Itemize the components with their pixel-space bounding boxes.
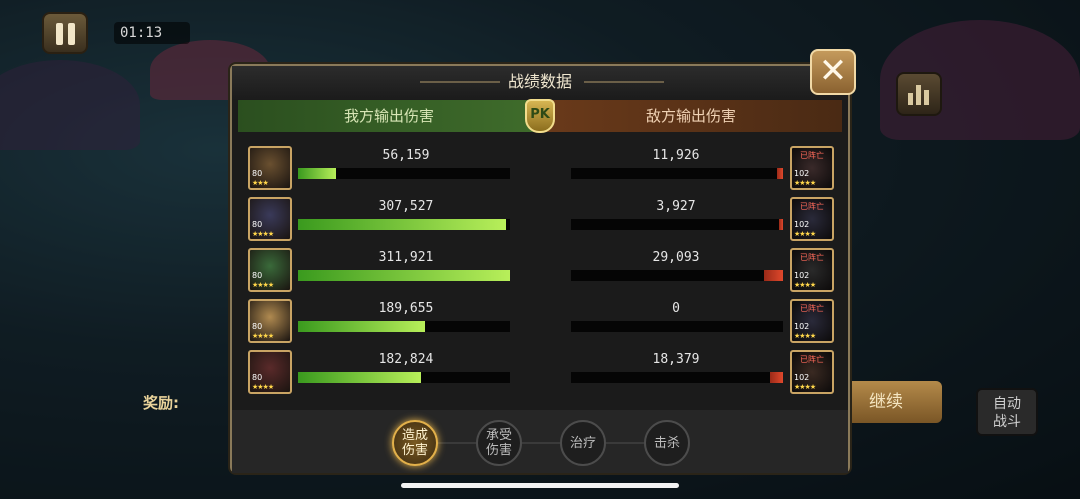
enemy-damage-bar: [571, 321, 783, 332]
enemy-damage-fill: [778, 219, 783, 230]
ally-damage-value: 307,527: [378, 199, 434, 214]
hero-level: 102: [794, 220, 810, 229]
ally-damage-header: 我方输出伤害: [238, 100, 540, 132]
ally-damage-fill: [298, 321, 426, 332]
enemy-damage-value: 29,093: [652, 250, 700, 265]
panel-title: 战绩数据: [232, 66, 848, 100]
ally-damage-fill: [298, 219, 506, 230]
hero-level: 80: [252, 271, 263, 280]
pause-button[interactable]: [42, 12, 88, 54]
reward-label: 奖励:: [143, 394, 179, 412]
hero-stars: ★★★★: [794, 179, 816, 187]
hero-level: 102: [794, 322, 810, 331]
defeated-status: 已阵亡: [800, 304, 824, 313]
ally-damage-fill: [298, 372, 421, 383]
defeated-status: 已阵亡: [800, 202, 824, 211]
enemy-hero-avatar[interactable]: 已阵亡 102 ★★★★: [790, 350, 834, 394]
damage-row: 80 ★★★★ 182,824 18,379 已阵亡 102 ★★★★: [232, 348, 852, 398]
enemy-damage-bar: [571, 168, 783, 179]
ally-damage-bar: [298, 168, 510, 179]
hero-level: 80: [252, 220, 263, 229]
defeated-status: 已阵亡: [800, 355, 824, 364]
auto-battle-button[interactable]: 自动战斗: [976, 388, 1038, 436]
close-button[interactable]: ✕: [810, 49, 856, 95]
damage-row: 80 ★★★ 56,159 11,926 已阵亡 102 ★★★★: [232, 144, 852, 194]
ally-damage-bar: [298, 372, 510, 383]
tab-label: 造成伤害: [401, 428, 428, 458]
panel-title-text: 战绩数据: [507, 72, 572, 91]
tab-label: 击杀: [653, 435, 680, 451]
hero-stars: ★★★★: [252, 281, 274, 289]
hero-stars: ★★★★: [252, 332, 274, 340]
enemy-hero-avatar[interactable]: 已阵亡 102 ★★★★: [790, 197, 834, 241]
tab-healing[interactable]: 治疗: [560, 420, 606, 466]
ally-hero-avatar[interactable]: 80 ★★★★: [248, 197, 292, 241]
enemy-damage-bar: [571, 372, 783, 383]
enemy-damage-value: 0: [672, 301, 680, 316]
damage-row: 80 ★★★★ 307,527 3,927 已阵亡 102 ★★★★: [232, 195, 852, 245]
defeated-status: 已阵亡: [800, 253, 824, 262]
hero-level: 102: [794, 373, 810, 382]
tab-kills[interactable]: 击杀: [644, 420, 690, 466]
hero-stars: ★★★★: [794, 281, 816, 289]
stats-bar-chart-icon[interactable]: [896, 72, 942, 116]
hero-stars: ★★★★: [794, 383, 816, 391]
hero-level: 80: [252, 373, 263, 382]
damage-row: 80 ★★★★ 311,921 29,093 已阵亡 102 ★★★★: [232, 246, 852, 296]
hero-level: 102: [794, 271, 810, 280]
ally-hero-avatar[interactable]: 80 ★★★★: [248, 248, 292, 292]
tab-damage-dealt[interactable]: 造成伤害: [392, 420, 438, 466]
enemy-hero-avatar[interactable]: 已阵亡 102 ★★★★: [790, 299, 834, 343]
enemy-damage-value: 18,379: [652, 352, 700, 367]
title-decoration-right: [584, 81, 664, 83]
damage-row: 80 ★★★★ 189,655 0 已阵亡 102 ★★★★: [232, 297, 852, 347]
title-decoration-left: [420, 81, 500, 83]
tab-connector: [432, 442, 662, 444]
auto-battle-label: 自动战斗: [993, 396, 1021, 430]
ally-hero-avatar[interactable]: 80 ★★★: [248, 146, 292, 190]
ally-damage-bar: [298, 270, 510, 281]
hero-level: 80: [252, 322, 263, 331]
ally-damage-bar: [298, 219, 510, 230]
hero-level: 80: [252, 169, 263, 178]
enemy-damage-bar: [571, 270, 783, 281]
enemy-damage-header: 敌方输出伤害: [540, 100, 842, 132]
ally-damage-bar: [298, 321, 510, 332]
enemy-damage-value: 11,926: [652, 148, 700, 163]
hero-stars: ★★★★: [252, 230, 274, 238]
enemy-damage-fill: [763, 270, 783, 281]
enemy-hero-avatar[interactable]: 已阵亡 102 ★★★★: [790, 146, 834, 190]
battle-stats-panel: 战绩数据 我方输出伤害 敌方输出伤害 PK 80 ★★★ 56,159 11,9…: [230, 64, 850, 473]
enemy-damage-fill: [770, 372, 783, 383]
stats-tab-bar: 造成伤害 承受伤害 治疗 击杀: [232, 410, 848, 473]
home-indicator[interactable]: [401, 483, 679, 488]
ally-damage-fill: [298, 168, 337, 179]
enemy-hero-avatar[interactable]: 已阵亡 102 ★★★★: [790, 248, 834, 292]
tab-damage-taken[interactable]: 承受伤害: [476, 420, 522, 466]
ally-hero-avatar[interactable]: 80 ★★★★: [248, 350, 292, 394]
ally-hero-avatar[interactable]: 80 ★★★★: [248, 299, 292, 343]
battle-timer: 01:13: [114, 22, 190, 44]
hero-stars: ★★★: [252, 179, 269, 187]
tab-label: 治疗: [569, 435, 596, 451]
enemy-damage-value: 3,927: [656, 199, 696, 214]
pk-shield-icon: PK: [525, 99, 555, 133]
ally-damage-value: 189,655: [378, 301, 434, 316]
hero-stars: ★★★★: [794, 230, 816, 238]
ally-damage-value: 56,159: [382, 148, 430, 163]
ally-damage-value: 182,824: [378, 352, 434, 367]
enemy-damage-bar: [571, 219, 783, 230]
hero-stars: ★★★★: [252, 383, 274, 391]
tab-label: 承受伤害: [485, 428, 512, 458]
ally-damage-fill: [298, 270, 510, 281]
hero-stars: ★★★★: [794, 332, 816, 340]
defeated-status: 已阵亡: [800, 151, 824, 160]
close-icon: ✕: [818, 51, 848, 91]
enemy-damage-fill: [776, 168, 783, 179]
hero-level: 102: [794, 169, 810, 178]
ally-damage-value: 311,921: [378, 250, 434, 265]
